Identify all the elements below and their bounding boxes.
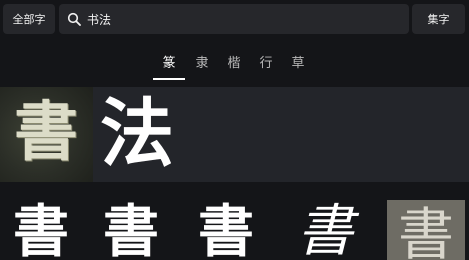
rubbing-glyph: 書 bbox=[14, 95, 78, 170]
search-query: 书法 bbox=[87, 12, 112, 27]
result-glyph: 書 bbox=[13, 199, 69, 260]
tab-clerical[interactable]: 隶 bbox=[190, 52, 214, 71]
preview-glyph: 法 bbox=[100, 91, 174, 177]
all-characters-button[interactable]: 全部字 bbox=[3, 4, 55, 34]
result-glyph: 書 bbox=[103, 199, 159, 260]
result-item[interactable]: 書 bbox=[187, 196, 265, 260]
query-preview-banner[interactable]: 書 法 bbox=[0, 87, 469, 182]
active-tab-indicator bbox=[153, 78, 185, 80]
search-icon bbox=[67, 12, 81, 26]
collect-characters-button[interactable]: 集字 bbox=[412, 4, 465, 34]
result-glyph: 書 bbox=[198, 199, 254, 260]
tab-cursive[interactable]: 草 bbox=[286, 52, 310, 71]
tab-seal[interactable]: 篆 bbox=[157, 52, 181, 71]
script-style-tabs: 篆 隶 楷 行 草 bbox=[0, 40, 469, 80]
result-item[interactable]: 書 bbox=[2, 196, 80, 260]
rubbing-thumbnail[interactable]: 書 bbox=[0, 87, 93, 182]
search-input[interactable]: 书法 bbox=[59, 4, 409, 34]
result-glyph: 書 bbox=[398, 203, 454, 260]
result-item[interactable]: 書 bbox=[286, 196, 364, 260]
tab-running[interactable]: 行 bbox=[254, 52, 278, 71]
result-item-rubbing[interactable]: 書 bbox=[387, 200, 465, 260]
results-grid: 書 書 書 書 書 bbox=[0, 196, 469, 260]
top-bar: 全部字 书法 集字 bbox=[0, 0, 469, 38]
result-glyph: 書 bbox=[297, 199, 353, 260]
result-item[interactable]: 書 bbox=[92, 196, 170, 260]
tab-regular[interactable]: 楷 bbox=[222, 52, 246, 71]
